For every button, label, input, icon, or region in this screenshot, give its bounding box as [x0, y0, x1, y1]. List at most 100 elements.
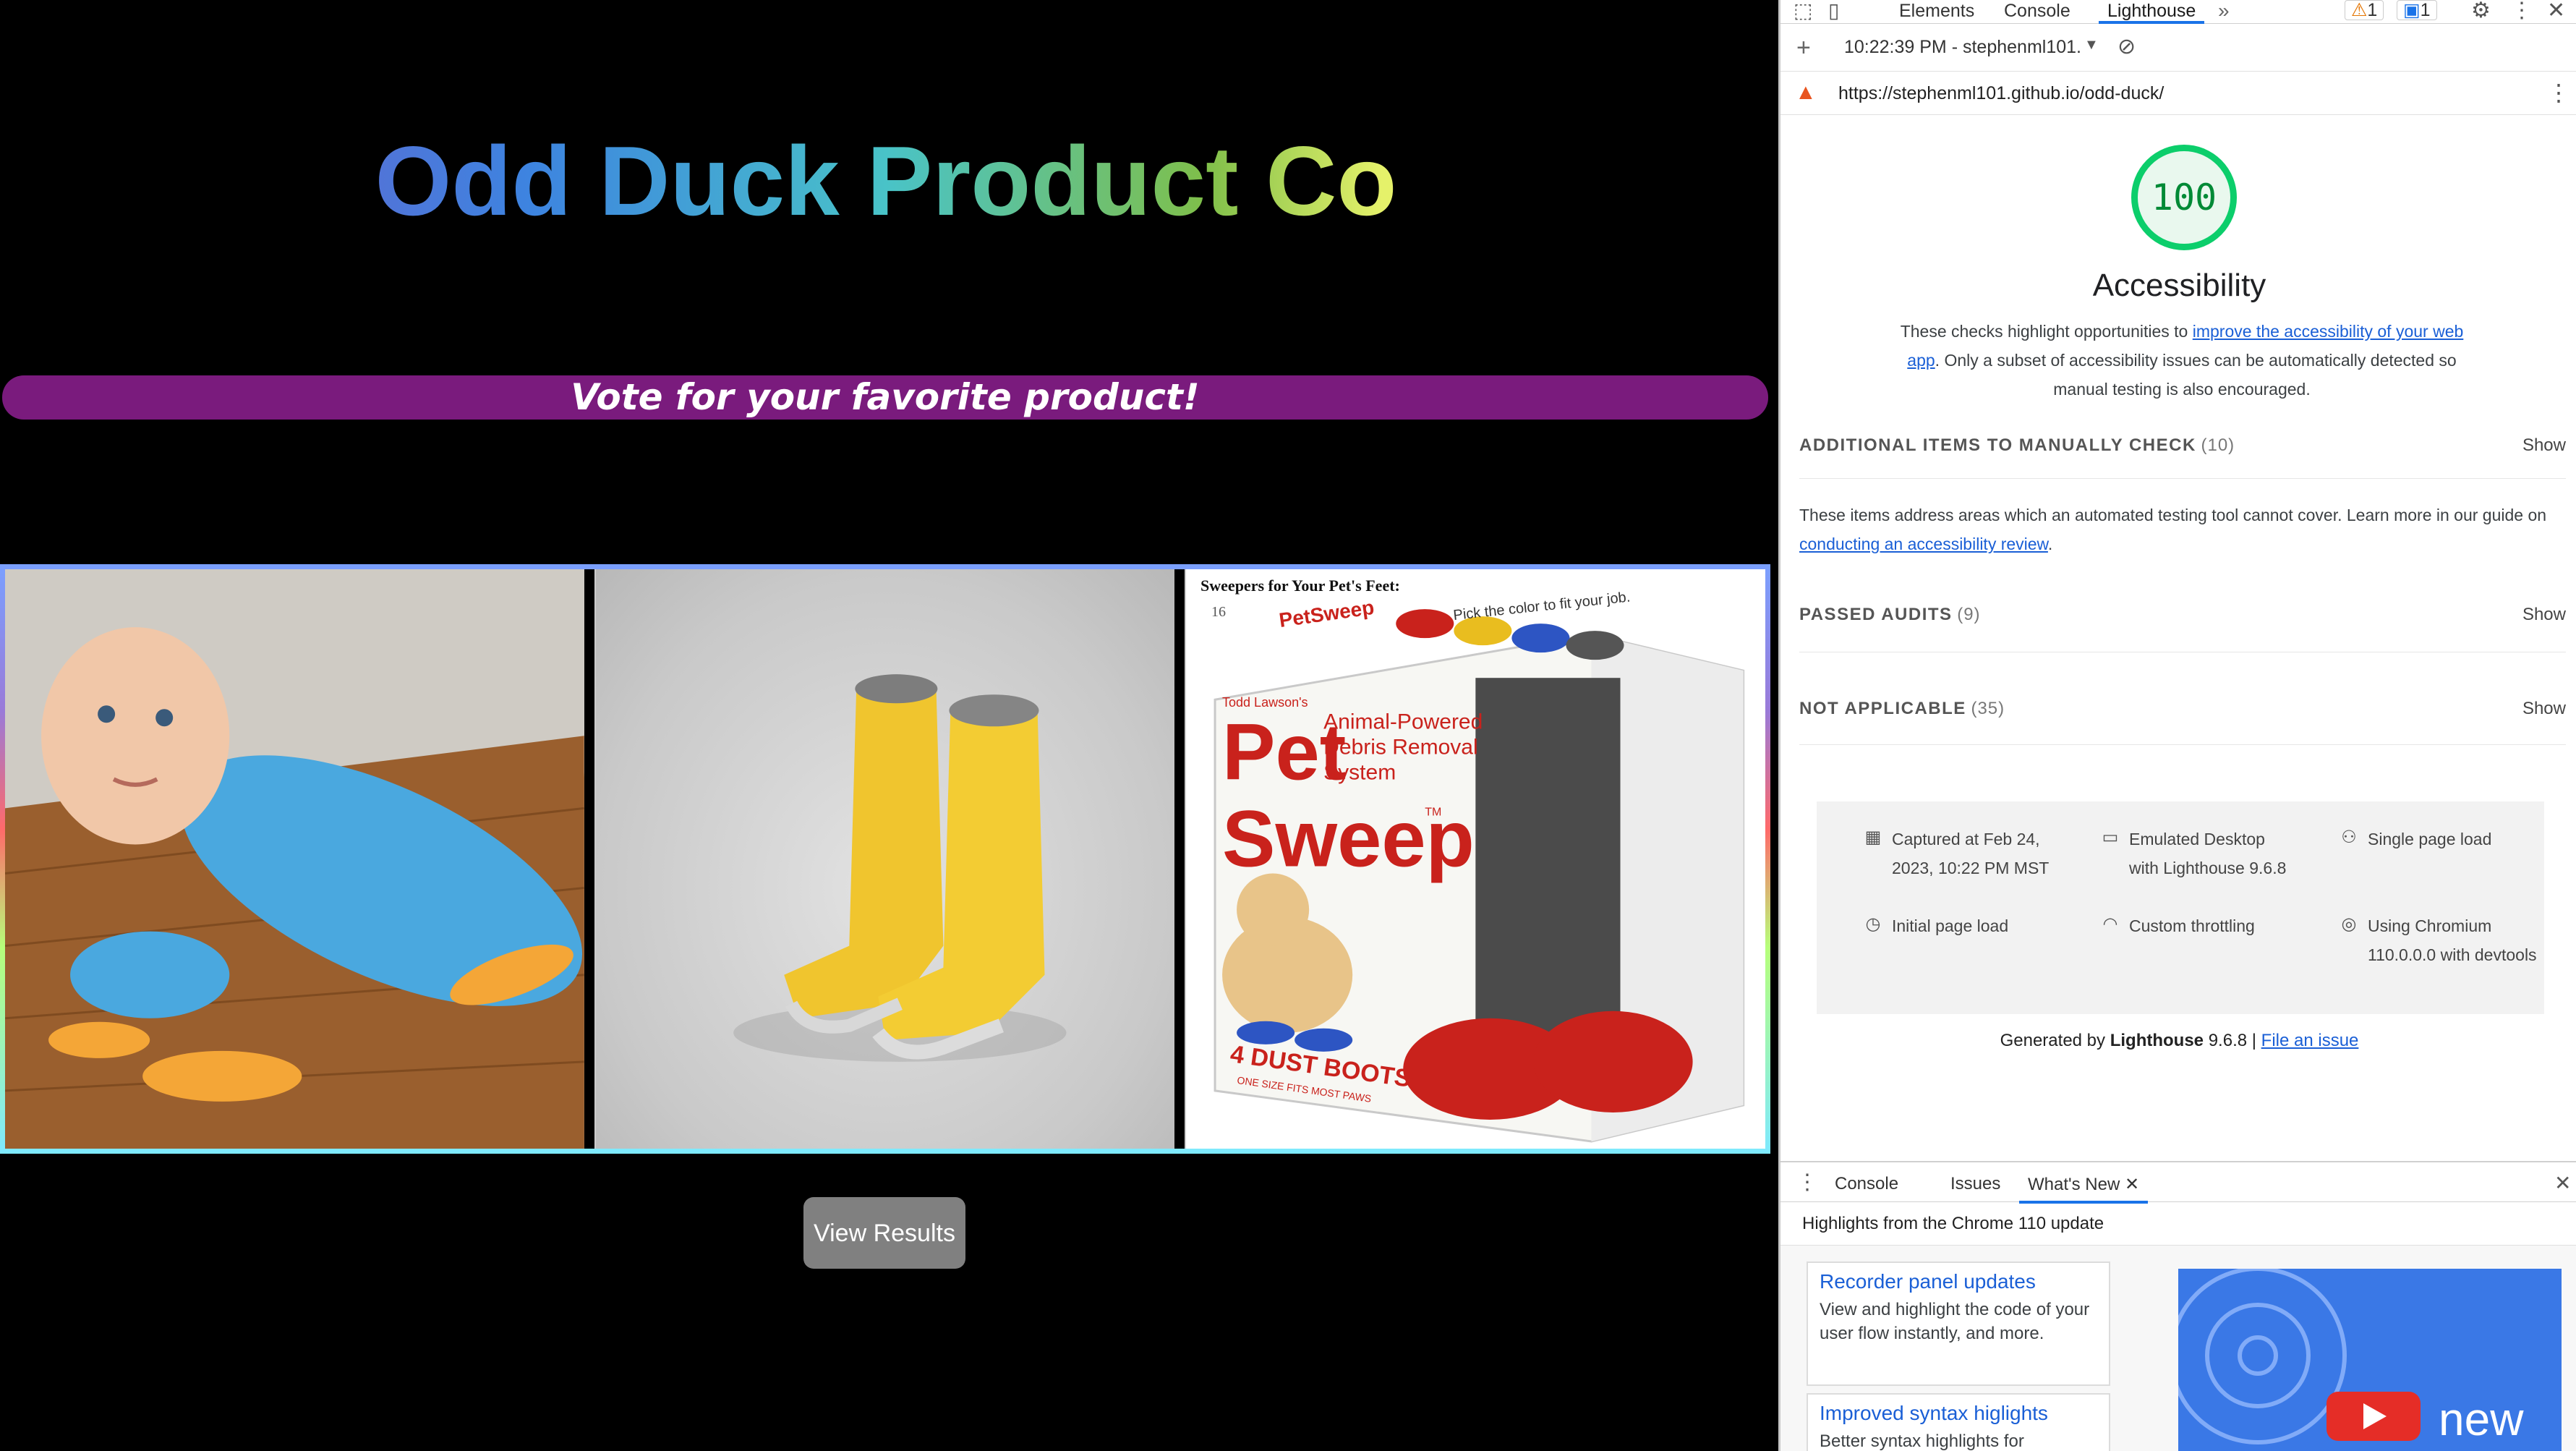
news-card-body: View and highlight the code of your user… — [1820, 1300, 2090, 1343]
highlights-title: Highlights from the Chrome 110 update — [1780, 1202, 2576, 1246]
desc-text-post: . Only a subset of accessibility issues … — [1935, 351, 2457, 399]
manual-note-post: . — [2047, 535, 2053, 553]
close-tab-icon[interactable]: ✕ — [2125, 1175, 2139, 1194]
generated-pre: Generated by — [2000, 1031, 2110, 1050]
meta-captured: ▦ Captured at Feb 24, 2023, 10:22 PM MST — [1865, 825, 2065, 882]
news-card-title[interactable]: Improved syntax higlights — [1808, 1395, 2109, 1425]
news-card-syntax[interactable]: Improved syntax higlights Better syntax … — [1807, 1393, 2110, 1451]
tab-console[interactable]: Console — [2004, 0, 2070, 22]
drawer-tab-whats-new[interactable]: What's New ✕ — [2019, 1174, 2149, 1204]
pet-sweep-tm: TM — [1425, 806, 1442, 818]
whats-new-video[interactable]: new — [2178, 1269, 2562, 1451]
baby-illustration — [5, 569, 584, 1149]
meta-captured-text: Captured at Feb 24, 2023, 10:22 PM MST — [1892, 830, 2050, 877]
devtools-tabbar: ⬚ ▯ Elements Console Lighthouse » ⚠1 ▣1 … — [1780, 0, 2576, 24]
chromium-icon: ◎ — [2341, 914, 2357, 934]
section-passed-count: (9) — [1957, 605, 1981, 624]
report-selector[interactable]: 10:22:39 PM - stephenml101. — [1844, 37, 2081, 58]
report-menu-icon[interactable]: ⋮ — [2547, 79, 2570, 106]
product-image-boots[interactable] — [594, 569, 1175, 1149]
kebab-menu-icon[interactable]: ⋮ — [2511, 0, 2533, 22]
run-metadata: ▦ Captured at Feb 24, 2023, 10:22 PM MST … — [1817, 801, 2544, 1014]
category-title: Accessibility — [2092, 268, 2266, 303]
meta-initial: ◷ Initial page load — [1866, 911, 2065, 940]
desc-text-pre: These checks highlight opportunities to — [1900, 322, 2193, 341]
category-description: These checks highlight opportunities to … — [1889, 317, 2475, 404]
screen: Odd Duck Product Co Vote for your favori… — [0, 0, 2576, 1451]
product-image-baby[interactable] — [5, 569, 584, 1149]
show-na-button[interactable]: Show — [2522, 699, 2566, 719]
warnings-badge[interactable]: ⚠1 — [2345, 0, 2384, 20]
pet-sweep-caption: Sweepers for Your Pet's Feet: — [1200, 576, 1400, 595]
boots-illustration — [733, 674, 1067, 1062]
vote-banner: Vote for your favorite product! — [2, 375, 1768, 420]
drawer-tab-console[interactable]: Console — [1835, 1174, 1898, 1194]
news-card-body: Better syntax highlights for — [1820, 1431, 2024, 1451]
section-manual-checks[interactable]: ADDITIONAL ITEMS TO MANUALLY CHECK (10) … — [1799, 435, 2566, 479]
report-url[interactable]: https://stephenml101.github.io/odd-duck/ — [1838, 83, 2164, 104]
file-issue-link[interactable]: File an issue — [2261, 1031, 2359, 1050]
meta-single: ⚇ Single page load — [2341, 825, 2541, 854]
meta-single-text: Single page load — [2368, 830, 2492, 848]
section-manual-count: (10) — [2201, 435, 2235, 455]
product-image-pet-sweep[interactable]: Sweepers for Your Pet's Feet: 16 PetSwee… — [1185, 569, 1766, 1149]
product-gallery: Sweepers for Your Pet's Feet: 16 PetSwee… — [0, 564, 1770, 1154]
messages-badge[interactable]: ▣1 — [2397, 0, 2437, 20]
meta-emulated-text: Emulated Desktop with Lighthouse 9.6.8 — [2129, 830, 2287, 877]
clear-report-icon[interactable]: ⊘ — [2117, 34, 2136, 59]
warning-icon: ⚠ — [2351, 0, 2368, 20]
devices-icon: ▭ — [2102, 827, 2119, 847]
generated-by: Generated by Lighthouse 9.6.8 | File an … — [1780, 1031, 2576, 1051]
news-card-recorder[interactable]: Recorder panel updates View and highligh… — [1807, 1261, 2110, 1386]
section-passed-audits[interactable]: PASSED AUDITS (9) Show — [1799, 605, 2566, 652]
video-caption: new — [2439, 1393, 2524, 1445]
gear-icon[interactable]: ⚙ — [2471, 0, 2491, 22]
drawer-menu-icon[interactable]: ⋮ — [1796, 1170, 1818, 1195]
meta-throttling-text: Custom throttling — [2129, 916, 2255, 935]
meta-emulated: ▭ Emulated Desktop with Lighthouse 9.6.8 — [2102, 825, 2295, 882]
drawer-tab-issues[interactable]: Issues — [1950, 1174, 2000, 1194]
device-toggle-icon[interactable]: ▯ — [1828, 0, 1839, 22]
message-icon: ▣ — [2403, 0, 2421, 20]
close-devtools-icon[interactable]: ✕ — [2547, 0, 2565, 22]
accessibility-review-link[interactable]: conducting an accessibility review — [1799, 535, 2048, 553]
site-title: Odd Duck Product Co — [0, 123, 1772, 239]
accessibility-score-gauge: 100 — [2131, 145, 2237, 250]
page-load-icon: ⚇ — [2341, 827, 2357, 847]
web-page: Odd Duck Product Co Vote for your favori… — [0, 0, 1778, 1451]
pet-sweep-side-1: Animal-Powered — [1324, 710, 1483, 733]
section-not-applicable[interactable]: NOT APPLICABLE (35) Show — [1799, 699, 2566, 745]
close-drawer-icon[interactable]: ✕ — [2554, 1171, 2571, 1195]
inspect-element-icon[interactable]: ⬚ — [1794, 0, 1812, 22]
whats-new-content: Recorder panel updates View and highligh… — [1780, 1246, 2576, 1451]
more-tabs-icon[interactable]: » — [2218, 0, 2230, 22]
meta-chromium-text: Using Chromium 110.0.0.0 with devtools — [2368, 916, 2537, 964]
lighthouse-toolbar: + 10:22:39 PM - stephenml101. ▼ ⊘ — [1780, 24, 2576, 72]
section-na-count: (35) — [1971, 699, 2005, 718]
tab-elements[interactable]: Elements — [1899, 0, 1974, 22]
warnings-count: 1 — [2367, 0, 2378, 20]
manual-note-pre: These items address areas which an autom… — [1799, 506, 2547, 524]
meta-chromium: ◎ Using Chromium 110.0.0.0 with devtools — [2342, 911, 2541, 969]
section-manual-label: ADDITIONAL ITEMS TO MANUALLY CHECK — [1799, 435, 2196, 455]
tab-lighthouse[interactable]: Lighthouse — [2099, 0, 2205, 24]
whats-new-label: What's New — [2028, 1175, 2120, 1194]
show-passed-button[interactable]: Show — [2522, 605, 2566, 625]
show-manual-button[interactable]: Show — [2522, 435, 2566, 456]
messages-count: 1 — [2420, 0, 2431, 20]
pet-sweep-side-2: Debris Removal — [1324, 735, 1478, 759]
pet-sweep-number: 16 — [1211, 604, 1226, 620]
section-na-label: NOT APPLICABLE — [1799, 699, 1966, 718]
new-report-icon[interactable]: + — [1796, 34, 1811, 62]
lighthouse-logo-icon: ▲ — [1795, 80, 1817, 104]
meta-initial-text: Initial page load — [1892, 916, 2009, 935]
calendar-icon: ▦ — [1864, 827, 1882, 847]
report-dropdown-icon[interactable]: ▼ — [2084, 37, 2099, 54]
meta-throttling: ◠ Custom throttling — [2103, 911, 2295, 940]
section-passed-label: PASSED AUDITS — [1799, 605, 1953, 624]
news-card-title[interactable]: Recorder panel updates — [1808, 1263, 2109, 1293]
view-results-button[interactable]: View Results — [803, 1197, 965, 1269]
devtools-panel: ⬚ ▯ Elements Console Lighthouse » ⚠1 ▣1 … — [1778, 0, 2576, 1451]
manual-checks-note: These items address areas which an autom… — [1799, 501, 2566, 558]
pet-sweep-side-3: System — [1324, 760, 1396, 784]
